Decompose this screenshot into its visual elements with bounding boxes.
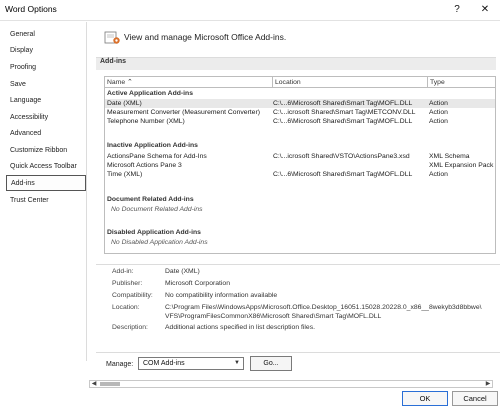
cell-name: Date (XML) — [107, 100, 142, 107]
cell-name: ActionsPane Schema for Add-Ins — [107, 153, 207, 160]
detail-value-location-line1: C:\Program Files\WindowsApps\Microsoft.O… — [165, 304, 482, 311]
cell-type: Action — [429, 100, 448, 107]
table-row[interactable]: Telephone Number (XML) C:\...6\Microsoft… — [105, 117, 495, 126]
go-button[interactable]: Go... — [250, 356, 292, 371]
manage-dropdown[interactable]: COM Add-ins ▼ — [138, 357, 244, 370]
empty-note-document: No Document Related Add-ins — [111, 206, 203, 213]
manage-dropdown-value: COM Add-ins — [143, 360, 185, 367]
sidebar-item-general[interactable]: General — [6, 27, 86, 43]
ok-button[interactable]: OK — [402, 391, 448, 406]
column-header-location[interactable]: Location — [273, 77, 428, 88]
group-header-document: Document Related Add-ins — [107, 196, 194, 203]
sidebar-item-customize-ribbon[interactable]: Customize Ribbon — [6, 143, 86, 159]
sidebar-item-display[interactable]: Display — [6, 43, 86, 59]
table-row[interactable]: Date (XML) C:\...6\Microsoft Shared\Smar… — [105, 99, 495, 108]
section-header-bar — [96, 57, 496, 70]
scrollbar-thumb[interactable] — [100, 382, 120, 386]
detail-label-description: Description: — [112, 324, 148, 331]
group-header-active: Active Application Add-ins — [107, 90, 193, 97]
sidebar-item-add-ins[interactable]: Add-ins — [6, 175, 86, 191]
cell-location: C:\...6\Microsoft Shared\Smart Tag\MOFL.… — [273, 118, 413, 125]
sidebar-item-save[interactable]: Save — [6, 77, 86, 93]
column-header-name[interactable]: Name ⌃ — [105, 77, 273, 88]
detail-value-description: Additional actions specified in list des… — [165, 324, 315, 331]
detail-label-publisher: Publisher: — [112, 280, 143, 287]
cell-location: C:\...icrosoft Shared\Smart Tag\METCONV.… — [273, 109, 416, 116]
cell-location: C:\...6\Microsoft Shared\Smart Tag\MOFL.… — [273, 171, 413, 178]
group-header-inactive: Inactive Application Add-ins — [107, 142, 198, 149]
cell-type: Action — [429, 118, 448, 125]
scroll-left-icon[interactable]: ◀ — [90, 380, 98, 388]
cell-location: C:\...6\Microsoft Shared\Smart Tag\MOFL.… — [273, 100, 413, 107]
add-ins-table[interactable]: Name ⌃ Location Type Active Application … — [104, 76, 496, 254]
group-header-disabled: Disabled Application Add-ins — [107, 229, 201, 236]
section-title: Add-ins — [100, 58, 127, 65]
sidebar-item-advanced[interactable]: Advanced — [6, 126, 86, 142]
table-row[interactable]: Microsoft Actions Pane 3 XML Expansion P… — [105, 161, 495, 170]
column-header-type[interactable]: Type — [428, 77, 495, 88]
help-icon[interactable]: ? — [446, 1, 468, 18]
table-row[interactable]: Measurement Converter (Measurement Conve… — [105, 108, 495, 117]
detail-value-addin: Date (XML) — [165, 268, 200, 275]
sidebar-item-proofing[interactable]: Proofing — [6, 60, 86, 76]
cell-type: XML Schema — [429, 153, 470, 160]
cell-type: Action — [429, 171, 448, 178]
cell-type: XML Expansion Pack — [429, 162, 494, 169]
empty-note-disabled: No Disabled Application Add-ins — [111, 239, 208, 246]
cell-name: Time (XML) — [107, 171, 143, 178]
sidebar-item-quick-access-toolbar[interactable]: Quick Access Toolbar — [6, 159, 86, 175]
chevron-down-icon: ▼ — [234, 360, 240, 366]
cell-name: Microsoft Actions Pane 3 — [107, 162, 182, 169]
sidebar-item-trust-center[interactable]: Trust Center — [6, 193, 86, 209]
close-icon[interactable]: ✕ — [474, 1, 496, 18]
horizontal-scrollbar[interactable] — [89, 380, 493, 388]
cell-location: C:\...icrosoft Shared\VSTO\ActionsPane3.… — [273, 153, 410, 160]
cell-name: Telephone Number (XML) — [107, 118, 185, 125]
detail-value-publisher: Microsoft Corporation — [165, 280, 230, 287]
detail-value-location-line2: VFS\ProgramFilesCommonX86\Microsoft Shar… — [165, 313, 382, 320]
manage-label: Manage: — [106, 361, 134, 368]
sidebar: General Display Proofing Save Language A… — [2, 22, 87, 361]
cancel-button[interactable]: Cancel — [452, 391, 498, 406]
detail-value-compatibility: No compatibility information available — [165, 292, 278, 299]
table-row[interactable]: Time (XML) C:\...6\Microsoft Shared\Smar… — [105, 170, 495, 179]
scroll-right-icon[interactable]: ▶ — [484, 380, 492, 388]
sidebar-item-language[interactable]: Language — [6, 93, 86, 109]
table-row[interactable]: ActionsPane Schema for Add-Ins C:\...icr… — [105, 152, 495, 161]
cell-type: Action — [429, 109, 448, 116]
add-ins-gear-icon — [104, 31, 122, 45]
sidebar-item-accessibility[interactable]: Accessibility — [6, 110, 86, 126]
cell-name: Measurement Converter (Measurement Conve… — [107, 109, 260, 116]
title-bar — [0, 0, 500, 20]
detail-label-location: Location: — [112, 304, 140, 311]
detail-label-compatibility: Compatibility: — [112, 292, 153, 299]
window-title: Word Options — [5, 4, 57, 14]
detail-label-addin: Add-in: — [112, 268, 134, 275]
page-heading: View and manage Microsoft Office Add-ins… — [124, 32, 287, 42]
